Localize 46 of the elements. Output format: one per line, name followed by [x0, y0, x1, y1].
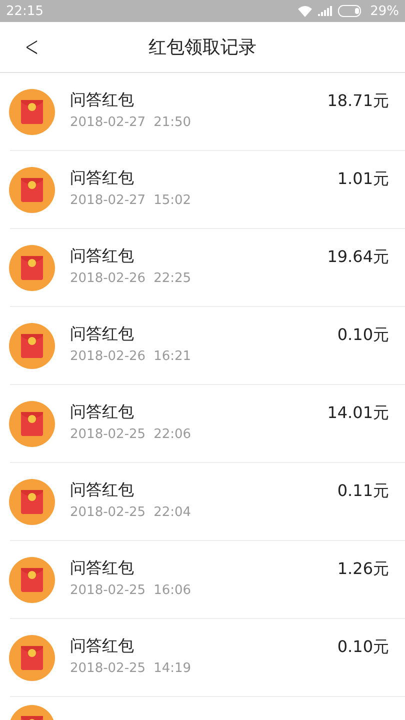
- record-time: 22:06: [154, 427, 192, 442]
- record-title: 问答红包: [70, 636, 135, 657]
- envelope-icon: [9, 557, 55, 603]
- envelope-icon: [9, 401, 55, 447]
- envelope-icon: [9, 323, 55, 369]
- record-amount: 1.26元: [337, 559, 389, 580]
- record-date: 2018-02-25: [70, 583, 146, 598]
- record-date: 2018-02-26: [70, 349, 146, 364]
- record-time: 21:50: [154, 115, 192, 130]
- record-date: 2018-02-25: [70, 505, 146, 520]
- record-title: 问答红包: [70, 558, 135, 579]
- record-date: 2018-02-27: [70, 115, 146, 130]
- record-amount: 19.64元: [327, 247, 389, 268]
- record-date: 2018-02-25: [70, 661, 146, 676]
- signal-icon: [318, 6, 332, 16]
- envelope-icon: [9, 89, 55, 135]
- record-amount: 14.01元: [327, 403, 389, 424]
- record-amount: 18.71元: [327, 91, 389, 112]
- record-time: 22:04: [154, 505, 192, 520]
- record-title: 问答红包: [70, 480, 135, 501]
- wifi-icon: [298, 6, 312, 16]
- status-time: 22:15: [6, 4, 44, 18]
- record-date: 2018-02-26: [70, 271, 146, 286]
- envelope-icon: [9, 245, 55, 291]
- record-amount: 1.01元: [337, 169, 389, 190]
- record-amount: 0.10元: [337, 325, 389, 346]
- envelope-icon: [9, 167, 55, 213]
- record-title: 问答红包: [70, 324, 135, 345]
- record-time: 15:02: [154, 193, 192, 208]
- back-button[interactable]: <: [18, 33, 45, 61]
- battery-percent: 29%: [370, 4, 399, 18]
- record-date: 2018-02-27: [70, 193, 146, 208]
- record-time: 22:25: [154, 271, 192, 286]
- envelope-icon: [9, 635, 55, 681]
- envelope-icon: [9, 479, 55, 525]
- record-time: 16:21: [154, 349, 192, 364]
- record-amount: 0.10元: [337, 637, 389, 658]
- record-title: 问答红包: [70, 246, 135, 267]
- record-title: 问答红包: [70, 402, 135, 423]
- record-date: 2018-02-25: [70, 427, 146, 442]
- record-time: 16:06: [154, 583, 192, 598]
- record-time: 14:19: [154, 661, 192, 676]
- record-title: 问答红包: [70, 90, 135, 111]
- page-title: 红包领取记录: [148, 36, 256, 59]
- record-amount: 0.11元: [337, 481, 389, 502]
- record-title: 问答红包: [70, 168, 135, 189]
